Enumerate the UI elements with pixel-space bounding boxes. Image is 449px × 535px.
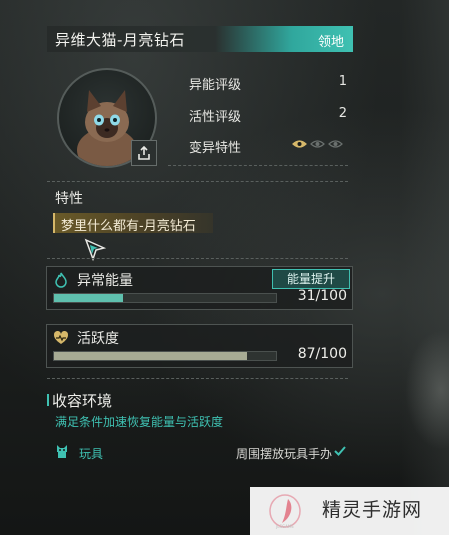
stat-activity-rank: 活性评级 2 — [189, 106, 347, 125]
heart-pulse-icon — [53, 330, 69, 344]
background-rock — [405, 330, 449, 450]
stat-value: 2 — [338, 106, 347, 121]
eye-icon — [292, 140, 307, 148]
trait-chip[interactable]: 梦里什么都有-月亮钻石 — [53, 213, 213, 234]
stat-mutation-trait: 变异特性 — [189, 137, 347, 156]
vitality-value: 87/100 — [297, 346, 347, 362]
territory-tag[interactable]: 领地 — [318, 31, 344, 50]
vitality-bar — [53, 351, 277, 361]
background-shade — [400, 0, 449, 535]
divider — [47, 378, 348, 379]
eye-icon — [310, 140, 325, 148]
mutation-eyes — [292, 139, 343, 149]
environment-description: 满足条件加速恢复能量与活跃度 — [55, 415, 224, 429]
divider — [47, 258, 348, 259]
stat-value: 1 — [338, 74, 347, 89]
divider — [168, 165, 348, 166]
environment-title: 收容环境 — [52, 392, 113, 410]
header-bar: 异维大猫-月亮钻石 领地 — [47, 26, 353, 52]
toy-condition-status: 周围摆放玩具手办 — [235, 447, 332, 461]
vitality-label: 活跃度 — [77, 331, 119, 347]
stat-label: 变异特性 — [189, 141, 242, 156]
flame-icon — [55, 272, 67, 288]
watermark-text: 精灵手游网 — [322, 499, 423, 521]
stat-label: 活性评级 — [189, 110, 242, 125]
toy-condition-label: 玩具 — [79, 447, 104, 461]
share-button[interactable] — [131, 140, 157, 166]
watermark-logo-icon: JLSGAME — [269, 494, 301, 529]
energy-boost-button[interactable]: 能量提升 — [272, 269, 350, 289]
energy-value: 31/100 — [297, 288, 347, 304]
trait-chip-label: 梦里什么都有-月亮钻石 — [61, 219, 196, 234]
vitality-bar-fill — [54, 352, 248, 360]
energy-bar — [53, 293, 277, 303]
stat-label: 异能评级 — [189, 78, 242, 93]
pet-name-title: 异维大猫-月亮钻石 — [55, 31, 185, 49]
energy-panel: 异常能量 能量提升 31/100 — [46, 266, 353, 310]
vitality-panel: 活跃度 87/100 — [46, 324, 353, 368]
eye-icon — [328, 140, 343, 148]
section-marker — [47, 394, 49, 406]
watermark: JLSGAME 精灵手游网 — [250, 487, 449, 535]
toy-icon — [57, 445, 67, 458]
stat-ability-rank: 异能评级 1 — [189, 74, 347, 93]
check-icon — [334, 446, 346, 456]
watermark-sub: JLSGAME — [275, 524, 294, 529]
share-icon — [138, 146, 150, 160]
trait-section-title: 特性 — [55, 191, 83, 207]
energy-bar-fill — [54, 294, 123, 302]
energy-label: 异常能量 — [77, 273, 133, 289]
divider — [47, 181, 348, 182]
